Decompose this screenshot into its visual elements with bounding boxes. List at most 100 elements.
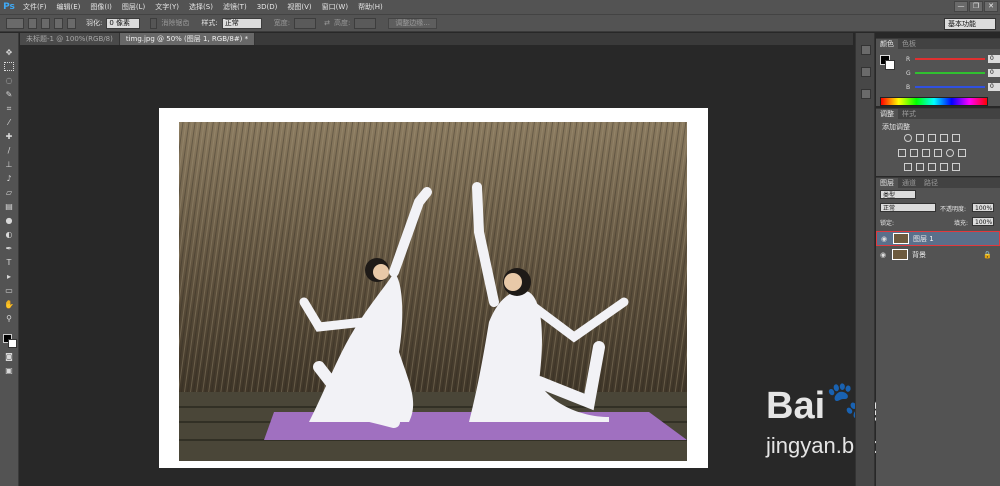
layer-name[interactable]: 图层 1	[913, 234, 934, 244]
tab-timg[interactable]: timg.jpg @ 50% (图层 1, RGB/8#) *	[119, 33, 256, 45]
quick-select-tool-icon[interactable]: ✎	[4, 90, 14, 99]
menu-layer[interactable]: 图层(L)	[117, 2, 150, 12]
menu-3d[interactable]: 3D(D)	[252, 3, 283, 11]
eyedropper-tool-icon[interactable]: ⁄	[4, 118, 14, 127]
photo-filter-icon[interactable]	[934, 149, 942, 157]
quick-mask-icon[interactable]: ◙	[4, 352, 14, 361]
menu-help[interactable]: 帮助(H)	[353, 2, 388, 12]
curves-icon[interactable]	[928, 134, 936, 142]
zoom-tool-icon[interactable]: ⚲	[4, 314, 14, 323]
restore-button[interactable]: ❐	[969, 1, 983, 12]
type-tool-icon[interactable]: T	[4, 258, 14, 267]
rect-marquee-tool-icon[interactable]	[4, 62, 14, 71]
workspace-select[interactable]: 基本功能	[944, 18, 996, 30]
menu-file[interactable]: 文件(F)	[18, 2, 52, 12]
history-brush-tool-icon[interactable]: ♪	[4, 174, 14, 183]
green-slider[interactable]	[915, 72, 985, 74]
actions-panel-icon[interactable]	[861, 67, 871, 77]
refine-edge-button[interactable]: 调整边缘...	[388, 17, 437, 29]
menu-filter[interactable]: 滤镜(T)	[218, 2, 252, 12]
background-color-swatch[interactable]	[8, 339, 17, 348]
style-select[interactable]: 正常	[221, 17, 262, 29]
red-slider-row[interactable]: R 0	[906, 55, 1000, 63]
color-balance-icon[interactable]	[910, 149, 918, 157]
tab-styles[interactable]: 样式	[898, 109, 920, 119]
menu-image[interactable]: 图像(I)	[85, 2, 117, 12]
layer-row-background[interactable]: ◉ 背景 🔒	[876, 247, 1000, 262]
tab-swatches[interactable]: 色板	[898, 39, 920, 49]
lasso-tool-icon[interactable]: ◌	[4, 76, 14, 85]
threshold-icon[interactable]	[928, 163, 936, 171]
move-tool-icon[interactable]: ✥	[4, 48, 14, 57]
brightness-icon[interactable]	[904, 134, 912, 142]
color-spectrum-bar[interactable]	[880, 97, 988, 106]
properties-panel-icon[interactable]	[861, 89, 871, 99]
tab-adjustments[interactable]: 调整	[876, 109, 898, 119]
blue-slider[interactable]	[915, 86, 985, 88]
add-selection-icon[interactable]	[41, 17, 50, 29]
gradient-map-icon[interactable]	[952, 163, 960, 171]
path-select-tool-icon[interactable]: ▸	[4, 272, 14, 281]
menu-window[interactable]: 窗口(W)	[317, 2, 353, 12]
bg-color-chip[interactable]	[885, 60, 895, 70]
minimize-button[interactable]: —	[954, 1, 968, 12]
crop-tool-icon[interactable]: ⌗	[4, 104, 14, 113]
clone-stamp-tool-icon[interactable]: ⊥	[4, 160, 14, 169]
rectangle-tool-icon[interactable]: ▭	[4, 286, 14, 295]
new-selection-icon[interactable]	[28, 17, 37, 29]
hue-saturation-icon[interactable]	[898, 149, 906, 157]
selective-color-icon[interactable]	[940, 163, 948, 171]
antialias-checkbox[interactable]	[150, 17, 158, 29]
hand-tool-icon[interactable]: ✋	[4, 300, 14, 309]
menu-view[interactable]: 视图(V)	[282, 2, 316, 12]
canvas-area[interactable]: Bai 🐾 经验 jingyan.baidu.com	[20, 45, 943, 486]
visibility-eye-icon[interactable]: ◉	[879, 235, 889, 243]
red-slider[interactable]	[915, 58, 985, 60]
opacity-input[interactable]: 100%	[972, 203, 994, 212]
green-value[interactable]: 0	[988, 69, 1000, 77]
levels-icon[interactable]	[916, 134, 924, 142]
marquee-preset-picker[interactable]	[6, 17, 24, 29]
blue-slider-row[interactable]: B 0	[906, 83, 1000, 91]
eraser-tool-icon[interactable]: ▱	[4, 188, 14, 197]
exposure-icon[interactable]	[940, 134, 948, 142]
red-value[interactable]: 0	[988, 55, 1000, 63]
channel-mixer-icon[interactable]	[946, 149, 954, 157]
menu-select[interactable]: 选择(S)	[184, 2, 218, 12]
pen-tool-icon[interactable]: ✒	[4, 244, 14, 253]
width-input[interactable]	[294, 17, 317, 29]
visibility-eye-icon[interactable]: ◉	[878, 251, 888, 259]
tab-color[interactable]: 颜色	[876, 39, 898, 49]
tab-layers[interactable]: 图层	[876, 178, 898, 188]
invert-icon[interactable]	[904, 163, 912, 171]
history-panel-icon[interactable]	[861, 45, 871, 55]
posterize-icon[interactable]	[916, 163, 924, 171]
healing-brush-tool-icon[interactable]: ✚	[4, 132, 14, 141]
fill-input[interactable]: 100%	[972, 217, 994, 226]
dodge-tool-icon[interactable]: ◐	[4, 230, 14, 239]
tab-untitled[interactable]: 未标题-1 @ 100%(RGB/8)	[20, 33, 120, 45]
document-canvas[interactable]	[159, 108, 708, 468]
screen-mode-icon[interactable]: ▣	[4, 366, 14, 375]
swap-icon[interactable]: ⇄	[324, 19, 330, 27]
height-input[interactable]	[354, 17, 377, 29]
subtract-selection-icon[interactable]	[54, 17, 63, 29]
feather-input[interactable]: 0 像素	[106, 17, 141, 29]
gradient-tool-icon[interactable]: ▤	[4, 202, 14, 211]
tab-channels[interactable]: 通道	[898, 178, 920, 188]
tab-paths[interactable]: 路径	[920, 178, 942, 188]
brush-tool-icon[interactable]: /	[4, 146, 14, 155]
layer-row-layer1[interactable]: ◉ 图层 1	[876, 231, 1000, 246]
menu-edit[interactable]: 编辑(E)	[52, 2, 86, 12]
color-lookup-icon[interactable]	[958, 149, 966, 157]
menu-type[interactable]: 文字(Y)	[150, 2, 184, 12]
black-white-icon[interactable]	[922, 149, 930, 157]
blend-mode-select[interactable]: 正常	[880, 203, 936, 212]
vibrance-icon[interactable]	[952, 134, 960, 142]
intersect-selection-icon[interactable]	[67, 17, 76, 29]
green-slider-row[interactable]: G 0	[906, 69, 1000, 77]
layer-name[interactable]: 背景	[912, 250, 926, 260]
blur-tool-icon[interactable]: ●	[4, 216, 14, 225]
layer-kind-filter[interactable]: 类型	[880, 190, 916, 199]
close-button[interactable]: ✕	[984, 1, 998, 12]
